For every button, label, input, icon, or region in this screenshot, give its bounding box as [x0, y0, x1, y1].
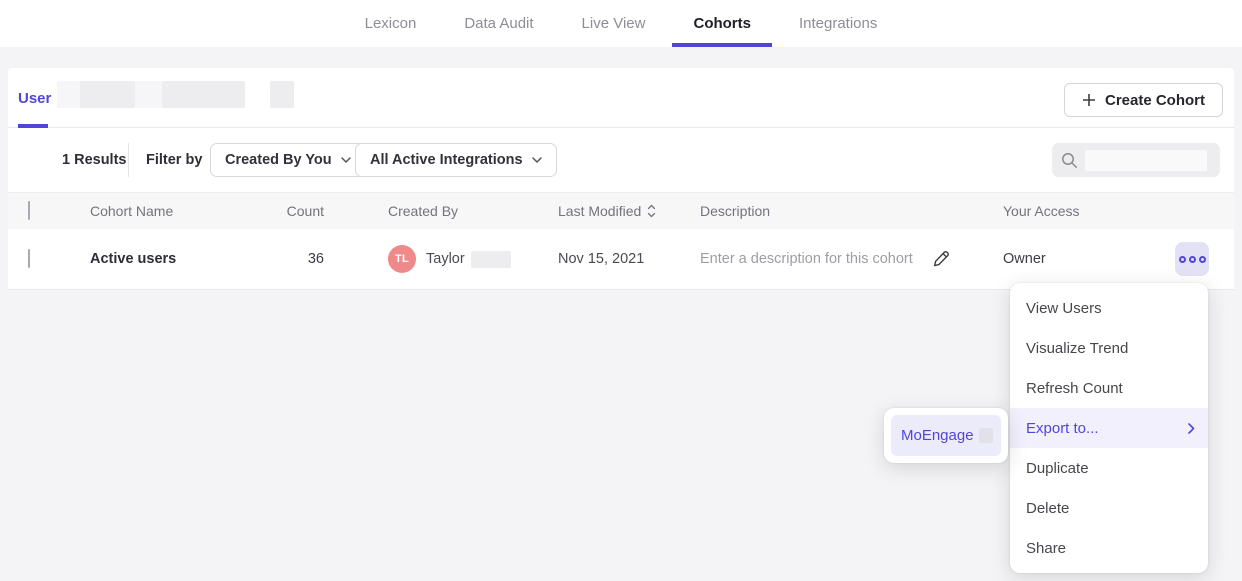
- nav-tab-label: Lexicon: [365, 15, 417, 32]
- access-cell: Owner: [1003, 251, 1046, 267]
- dots-icon: [1179, 256, 1186, 263]
- header-description: Description: [700, 203, 770, 219]
- redacted-submenu-suffix: [979, 428, 993, 443]
- chevron-down-icon: [341, 157, 351, 163]
- active-tab-underline: [672, 43, 772, 47]
- nav-tab-cohorts[interactable]: Cohorts: [672, 0, 772, 47]
- export-submenu: MoEngage: [884, 408, 1008, 463]
- table-row[interactable]: Active users 36 TL Taylor Nov 15, 2021 E…: [8, 229, 1234, 290]
- description-cell: Enter a description for this cohort: [700, 249, 951, 269]
- menu-item-export-to-label: Export to...: [1026, 420, 1099, 437]
- cohort-count: 36: [258, 251, 324, 267]
- sort-icon[interactable]: [647, 204, 656, 218]
- dots-icon: [1199, 256, 1206, 263]
- cohorts-page: Lexicon Data Audit Live View Cohorts Int…: [0, 0, 1242, 581]
- menu-item-refresh-count[interactable]: Refresh Count: [1010, 368, 1208, 408]
- vertical-divider: [128, 143, 129, 177]
- search-input[interactable]: [1052, 143, 1220, 177]
- header-cohort-name: Cohort Name: [90, 203, 173, 219]
- nav-tab-label: Integrations: [799, 15, 877, 32]
- filter-row: 1 Results Filter by Created By You All A…: [8, 128, 1234, 192]
- menu-item-visualize-trend[interactable]: Visualize Trend: [1010, 328, 1208, 368]
- row-checkbox[interactable]: [28, 249, 30, 268]
- menu-item-view-users[interactable]: View Users: [1010, 288, 1208, 328]
- nav-tab-data-audit[interactable]: Data Audit: [443, 0, 554, 47]
- chevron-right-icon: [1188, 423, 1195, 434]
- active-integrations-dropdown-value: All Active Integrations: [370, 152, 523, 168]
- chevron-down-icon: [532, 157, 542, 163]
- created-by-dropdown[interactable]: Created By You: [210, 143, 366, 177]
- redacted-search-text: [1085, 150, 1207, 171]
- nav-tab-label: Live View: [582, 15, 646, 32]
- nav-tab-label: Data Audit: [464, 15, 533, 32]
- top-nav: Lexicon Data Audit Live View Cohorts Int…: [0, 0, 1242, 47]
- submenu-item-moengage-label: MoEngage: [901, 427, 974, 444]
- creator-name: Taylor: [426, 251, 465, 267]
- header-last-modified[interactable]: Last Modified: [558, 203, 656, 219]
- nav-tab-lexicon[interactable]: Lexicon: [344, 0, 438, 47]
- menu-item-duplicate[interactable]: Duplicate: [1010, 448, 1208, 488]
- active-integrations-dropdown[interactable]: All Active Integrations: [355, 143, 557, 177]
- tab-user[interactable]: User: [18, 90, 51, 107]
- create-cohort-button[interactable]: Create Cohort: [1064, 83, 1223, 117]
- header-last-modified-label: Last Modified: [558, 203, 641, 219]
- nav-tab-label: Cohorts: [693, 15, 751, 32]
- header-your-access: Your Access: [1003, 203, 1080, 219]
- cohort-name[interactable]: Active users: [90, 251, 176, 267]
- redacted-tab-block: [80, 81, 135, 108]
- redacted-tab-block: [270, 81, 294, 108]
- create-cohort-label: Create Cohort: [1105, 92, 1205, 109]
- results-count: 1 Results: [62, 152, 126, 168]
- redacted-surname: [471, 251, 511, 268]
- menu-item-export-to[interactable]: Export to...: [1010, 408, 1208, 448]
- row-actions-menu-button[interactable]: [1175, 242, 1209, 276]
- menu-item-delete[interactable]: Delete: [1010, 488, 1208, 528]
- menu-item-share[interactable]: Share: [1010, 528, 1208, 568]
- table-header-row: Cohort Name Count Created By Last Modifi…: [8, 192, 1234, 229]
- row-actions-context-menu: View Users Visualize Trend Refresh Count…: [1010, 283, 1208, 573]
- redacted-tab-block: [135, 81, 162, 108]
- redacted-tab-block: [57, 81, 80, 108]
- cohorts-panel: User Create Cohort 1 Results Filter by C…: [8, 68, 1234, 290]
- edit-description-pencil-icon[interactable]: [931, 249, 951, 269]
- search-icon: [1061, 152, 1078, 169]
- filter-by-label: Filter by: [146, 152, 202, 168]
- nav-tab-integrations[interactable]: Integrations: [778, 0, 898, 47]
- plus-icon: [1082, 93, 1096, 107]
- header-created-by: Created By: [388, 203, 458, 219]
- nav-tab-live-view[interactable]: Live View: [561, 0, 667, 47]
- avatar: TL: [388, 245, 416, 273]
- created-by-cell: TL Taylor: [388, 245, 511, 273]
- select-all-checkbox[interactable]: [28, 201, 30, 220]
- description-placeholder[interactable]: Enter a description for this cohort: [700, 251, 913, 267]
- redacted-tab-block: [162, 81, 245, 108]
- created-by-dropdown-value: Created By You: [225, 152, 332, 168]
- last-modified-cell: Nov 15, 2021: [558, 251, 644, 267]
- dots-icon: [1189, 256, 1196, 263]
- header-count: Count: [258, 203, 324, 219]
- cohort-type-tabs: User Create Cohort: [8, 68, 1234, 128]
- submenu-item-moengage[interactable]: MoEngage: [891, 415, 1001, 456]
